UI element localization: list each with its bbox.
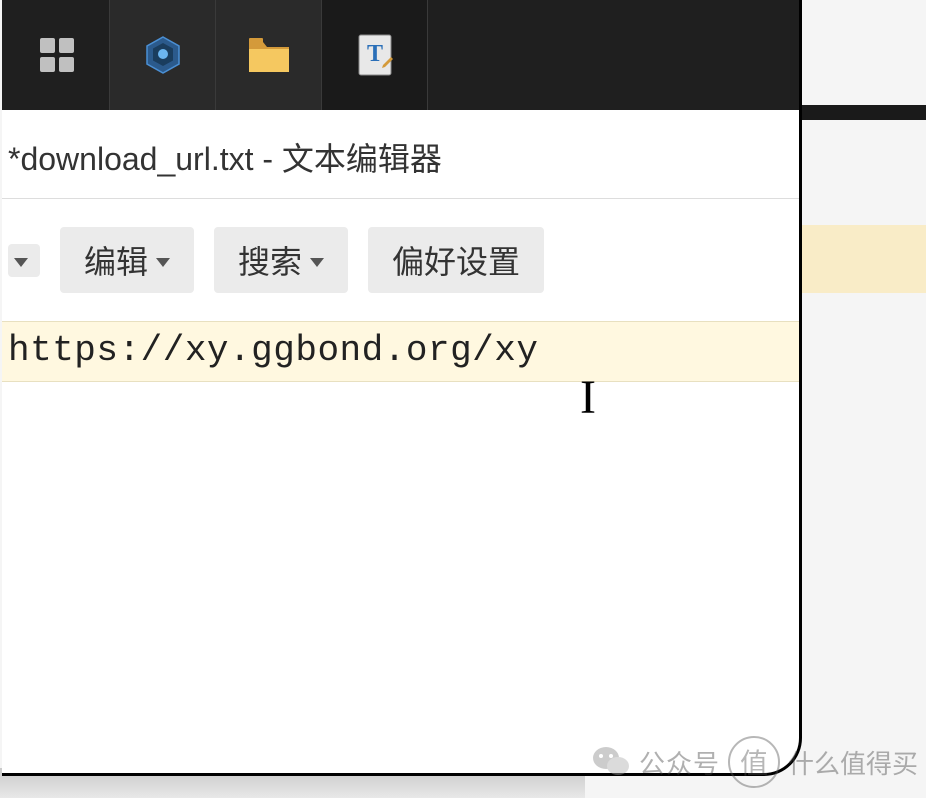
editor-line-1: https://xy.ggbond.org/xy [8, 330, 538, 371]
hexagon-app-button[interactable] [110, 0, 216, 110]
search-menu-label: 搜索 [238, 237, 302, 283]
watermark: 公众号 值 什么值得买 [591, 736, 918, 788]
wechat-icon [591, 742, 631, 782]
editor-text-area[interactable]: https://xy.ggbond.org/xy [2, 321, 799, 382]
appname-label: 文本编辑器 [282, 141, 442, 177]
text-cursor-icon: I [580, 370, 596, 425]
chevron-down-icon [14, 258, 28, 267]
watermark-prefix: 公众号 [639, 744, 720, 781]
preferences-menu-label: 偏好设置 [392, 237, 520, 283]
chevron-down-icon [156, 258, 170, 267]
edit-menu-label: 编辑 [84, 237, 148, 283]
text-editor-taskbar-button[interactable]: T [322, 0, 428, 110]
file-menu-button[interactable] [8, 244, 40, 277]
background-yellow-strip [800, 225, 926, 293]
chevron-down-icon [310, 258, 324, 267]
file-manager-button[interactable] [216, 0, 322, 110]
search-menu-button[interactable]: 搜索 [214, 227, 348, 293]
preferences-menu-button[interactable]: 偏好设置 [368, 227, 544, 293]
watermark-suffix: 什么值得买 [788, 744, 918, 781]
background-dark-strip [800, 105, 926, 120]
text-editor-icon: T [355, 33, 395, 77]
watermark-circle-icon: 值 [728, 736, 780, 788]
window-frame: T *download_url.txt - 文本编辑器 编辑 搜索 偏好设置 h… [2, 0, 802, 776]
file-manager-icon [247, 36, 291, 74]
apps-launcher-button[interactable] [4, 0, 110, 110]
title-separator: - [253, 141, 281, 177]
window-title-bar: *download_url.txt - 文本编辑器 [2, 110, 799, 199]
hexagon-app-icon [143, 35, 183, 75]
taskbar: T [2, 0, 799, 110]
svg-text:T: T [366, 41, 382, 67]
edit-menu-button[interactable]: 编辑 [60, 227, 194, 293]
filename-label: *download_url.txt [8, 141, 253, 177]
apps-grid-icon [40, 38, 74, 72]
menu-bar: 编辑 搜索 偏好设置 [2, 199, 799, 321]
